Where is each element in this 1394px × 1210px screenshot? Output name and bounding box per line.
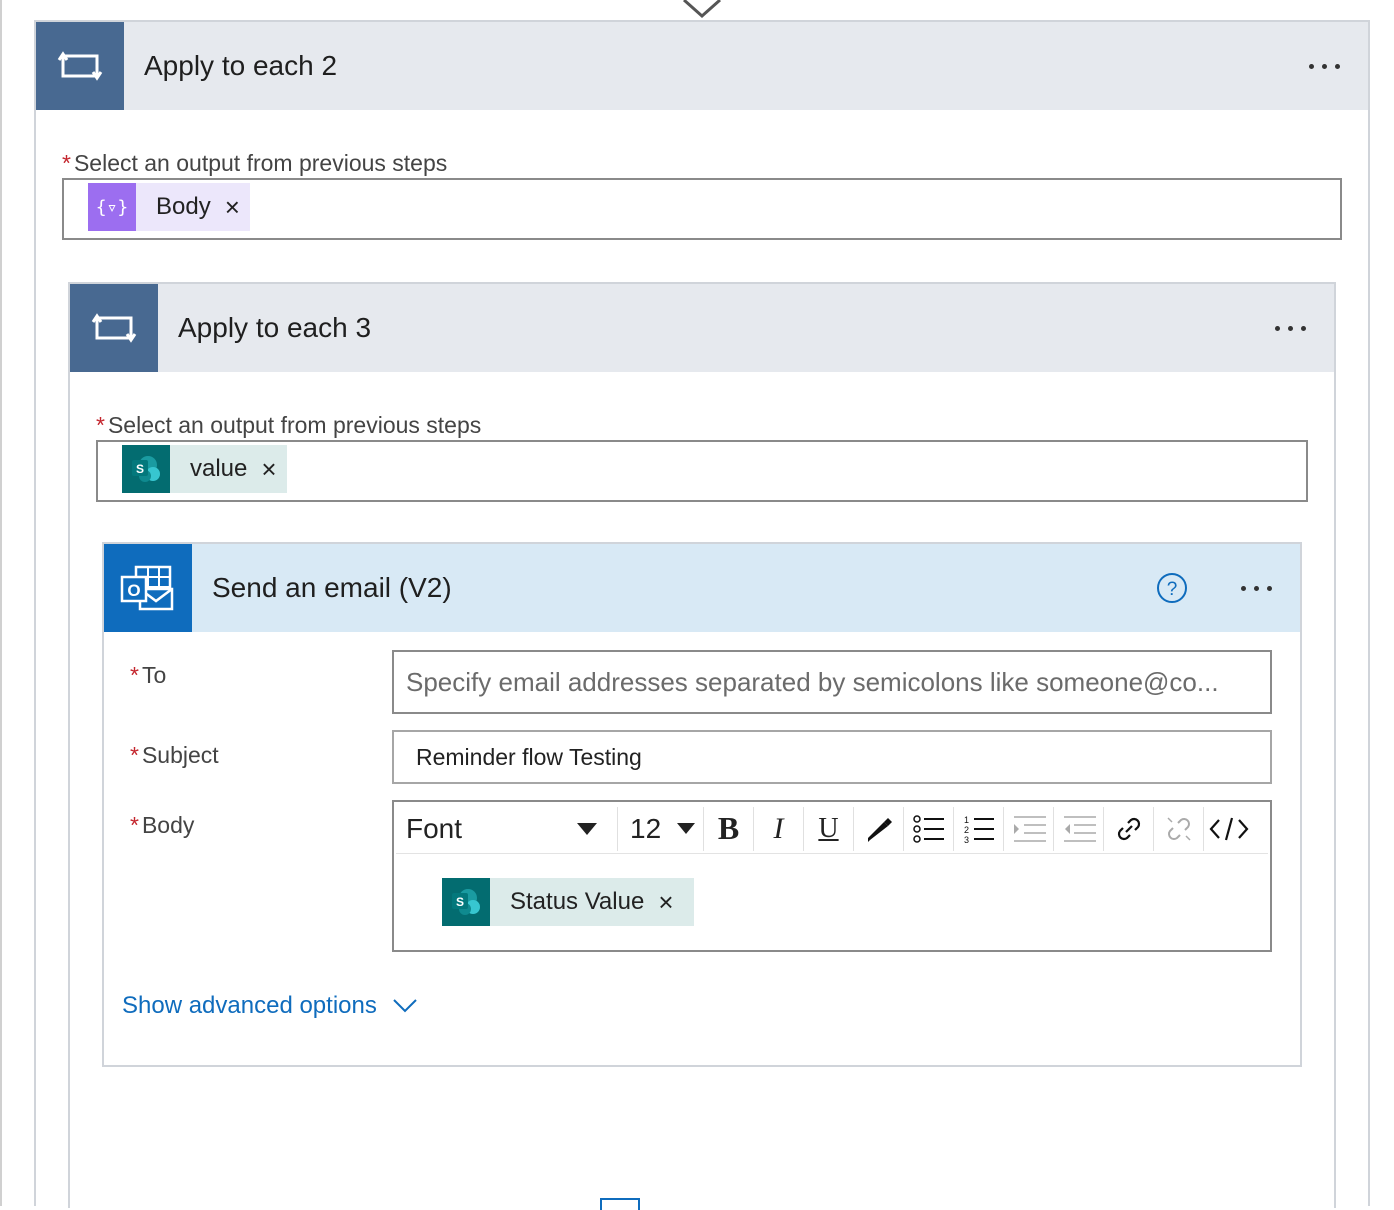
- body-label: * Body: [130, 812, 195, 838]
- canvas-left-edge: [0, 0, 2, 1206]
- subject-input[interactable]: Reminder flow Testing: [392, 730, 1272, 784]
- bold-button[interactable]: B: [704, 806, 754, 851]
- remove-token-icon[interactable]: ×: [658, 889, 693, 915]
- output-select-input[interactable]: {▿} Body ×: [62, 178, 1342, 240]
- indent-icon[interactable]: [1004, 806, 1054, 851]
- card-title: Send an email (V2): [212, 572, 452, 603]
- card-title: Apply to each 3: [178, 312, 372, 343]
- font-dropdown[interactable]: Font: [396, 806, 618, 851]
- svg-text:2: 2: [964, 825, 969, 835]
- outdent-icon[interactable]: [1054, 806, 1104, 851]
- add-step-marker[interactable]: [600, 1198, 640, 1210]
- svg-text:1: 1: [964, 815, 969, 825]
- more-options-icon[interactable]: [1294, 22, 1354, 110]
- svg-text:O: O: [127, 581, 140, 600]
- loop-icon: [70, 284, 158, 372]
- svg-text:3: 3: [964, 835, 969, 844]
- to-input[interactable]: Specify email addresses separated by sem…: [392, 650, 1272, 714]
- sharepoint-icon: S: [442, 878, 490, 926]
- connector-arrow-icon: [683, 0, 721, 19]
- remove-token-icon[interactable]: ×: [261, 456, 286, 482]
- send-email-header[interactable]: O Send an email (V2) ?: [104, 544, 1300, 632]
- body-editor[interactable]: Font 12 B I U 123 S Status Value ×: [392, 800, 1272, 952]
- unlink-icon[interactable]: [1154, 806, 1204, 851]
- chevron-down-icon: [577, 822, 597, 835]
- body-token[interactable]: {▿} Body ×: [88, 183, 250, 231]
- chevron-down-icon: [393, 999, 417, 1013]
- output-select-label: * Select an output from previous steps: [62, 150, 448, 176]
- status-value-token[interactable]: S Status Value ×: [442, 878, 694, 926]
- italic-button[interactable]: I: [754, 806, 804, 851]
- remove-token-icon[interactable]: ×: [225, 194, 250, 220]
- value-token[interactable]: S value ×: [122, 445, 287, 493]
- output-select-label: * Select an output from previous steps: [96, 412, 482, 438]
- send-email-card: O Send an email (V2) ? * To Specify email…: [102, 542, 1302, 1067]
- apply-to-each-3-header[interactable]: Apply to each 3: [70, 284, 1334, 372]
- svg-text:S: S: [136, 462, 144, 476]
- more-options-icon[interactable]: [1260, 284, 1320, 372]
- expression-icon: {▿}: [88, 183, 136, 231]
- more-options-icon[interactable]: [1226, 544, 1286, 632]
- svg-text:?: ?: [1167, 579, 1178, 600]
- apply-to-each-2-header[interactable]: Apply to each 2: [36, 22, 1368, 110]
- card-title: Apply to each 2: [144, 50, 338, 81]
- chevron-down-icon: [677, 823, 695, 834]
- font-color-icon[interactable]: [854, 806, 904, 851]
- outlook-icon: O: [104, 544, 192, 632]
- font-size-dropdown[interactable]: 12: [618, 806, 704, 851]
- show-advanced-options-link[interactable]: Show advanced options: [122, 992, 417, 1020]
- numbered-list-icon[interactable]: 123: [954, 806, 1004, 851]
- to-label: * To: [130, 662, 167, 688]
- bulleted-list-icon[interactable]: [904, 806, 954, 851]
- svg-text:S: S: [456, 895, 464, 909]
- code-view-icon[interactable]: [1204, 807, 1254, 851]
- help-icon[interactable]: ?: [1156, 572, 1188, 604]
- underline-button[interactable]: U: [804, 806, 854, 851]
- output-select-input[interactable]: S value ×: [96, 440, 1308, 502]
- subject-label: * Subject: [130, 742, 219, 768]
- sharepoint-icon: S: [122, 445, 170, 493]
- rich-text-toolbar: Font 12 B I U 123: [396, 804, 1268, 854]
- link-icon[interactable]: [1104, 806, 1154, 851]
- loop-icon: [36, 22, 124, 110]
